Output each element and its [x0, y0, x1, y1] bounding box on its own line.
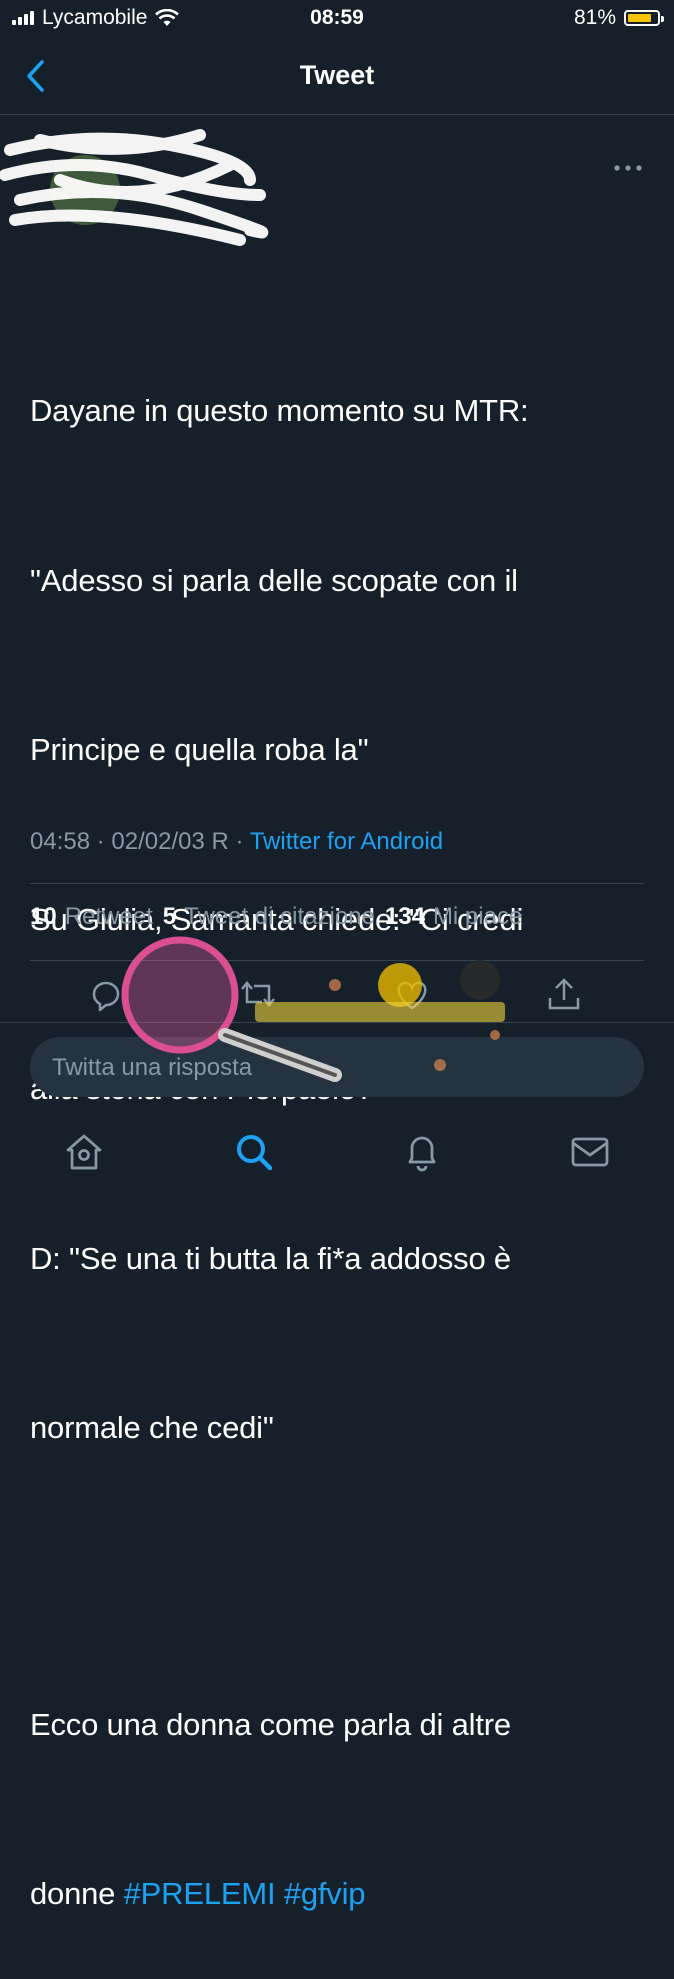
tweet-line: D: "Se una ti butta la fi*a addosso è [30, 1240, 511, 1276]
hashtag-link[interactable]: #PRELEMI [124, 1876, 276, 1911]
divider [30, 883, 644, 884]
more-options-icon[interactable] [610, 158, 646, 178]
retweet-label: Retweet [64, 903, 153, 930]
battery-fill [628, 14, 651, 22]
likes-stat[interactable]: 134 Mi piace [385, 903, 522, 931]
tweet-timestamp: 04:58 · 02/02/03 R · Twitter for Android [30, 828, 443, 856]
status-bar: Lycamobile 08:59 81% [0, 0, 674, 38]
like-count: 134 [384, 903, 425, 930]
home-icon[interactable] [62, 1130, 106, 1174]
reply-placeholder: Twitta una risposta [52, 1054, 253, 1081]
tweet-line: Dayane in questo momento su MTR: [30, 393, 529, 428]
share-icon[interactable] [544, 974, 584, 1014]
like-heart-icon[interactable] [392, 974, 432, 1014]
reply-icon[interactable] [86, 974, 126, 1014]
bottom-tab-bar [0, 1106, 674, 1200]
divider [0, 1022, 674, 1023]
quotes-stat[interactable]: 5 Tweet di citazione [163, 903, 375, 931]
battery-percent: 81% [573, 6, 616, 29]
battery-icon [624, 10, 664, 26]
retweet-icon[interactable] [238, 974, 278, 1014]
source-link[interactable]: Twitter for Android [250, 828, 443, 855]
messages-envelope-icon[interactable] [568, 1130, 612, 1174]
retweets-stat[interactable]: 10 Retweet [30, 903, 153, 931]
tweet-line: "Adesso si parla delle scopate con il [30, 562, 518, 598]
notifications-bell-icon[interactable] [400, 1130, 444, 1174]
tweet-line: donne #PRELEMI #gfvip [30, 1866, 650, 1923]
quote-count: 5 [162, 903, 177, 930]
nav-header: Tweet [0, 38, 674, 115]
status-right: 81% [573, 6, 664, 30]
tweet-word: donne [30, 1876, 116, 1911]
hashtag-link[interactable]: #gfvip [284, 1876, 366, 1911]
clock: 08:59 [310, 6, 364, 29]
tweet-line: Ecco una donna come parla di altre [30, 1706, 511, 1742]
timestamp-text: 04:58 · 02/02/03 R · [30, 828, 244, 855]
reply-input[interactable]: Twitta una risposta [30, 1037, 644, 1097]
redacted-author[interactable] [0, 120, 280, 250]
tweet-line: Principe e quella roba la" [30, 732, 369, 767]
quote-label: Tweet di citazione [184, 903, 375, 930]
tweet-line: normale che cedi" [30, 1410, 274, 1445]
tweet-actions [0, 960, 674, 1030]
page-title: Tweet [299, 60, 375, 90]
like-label: Mi piace [432, 903, 523, 930]
search-icon[interactable] [232, 1130, 276, 1174]
retweet-count: 10 [30, 903, 57, 930]
engagement-stats: 10 Retweet 5 Tweet di citazione 134 Mi piac… [30, 903, 522, 931]
